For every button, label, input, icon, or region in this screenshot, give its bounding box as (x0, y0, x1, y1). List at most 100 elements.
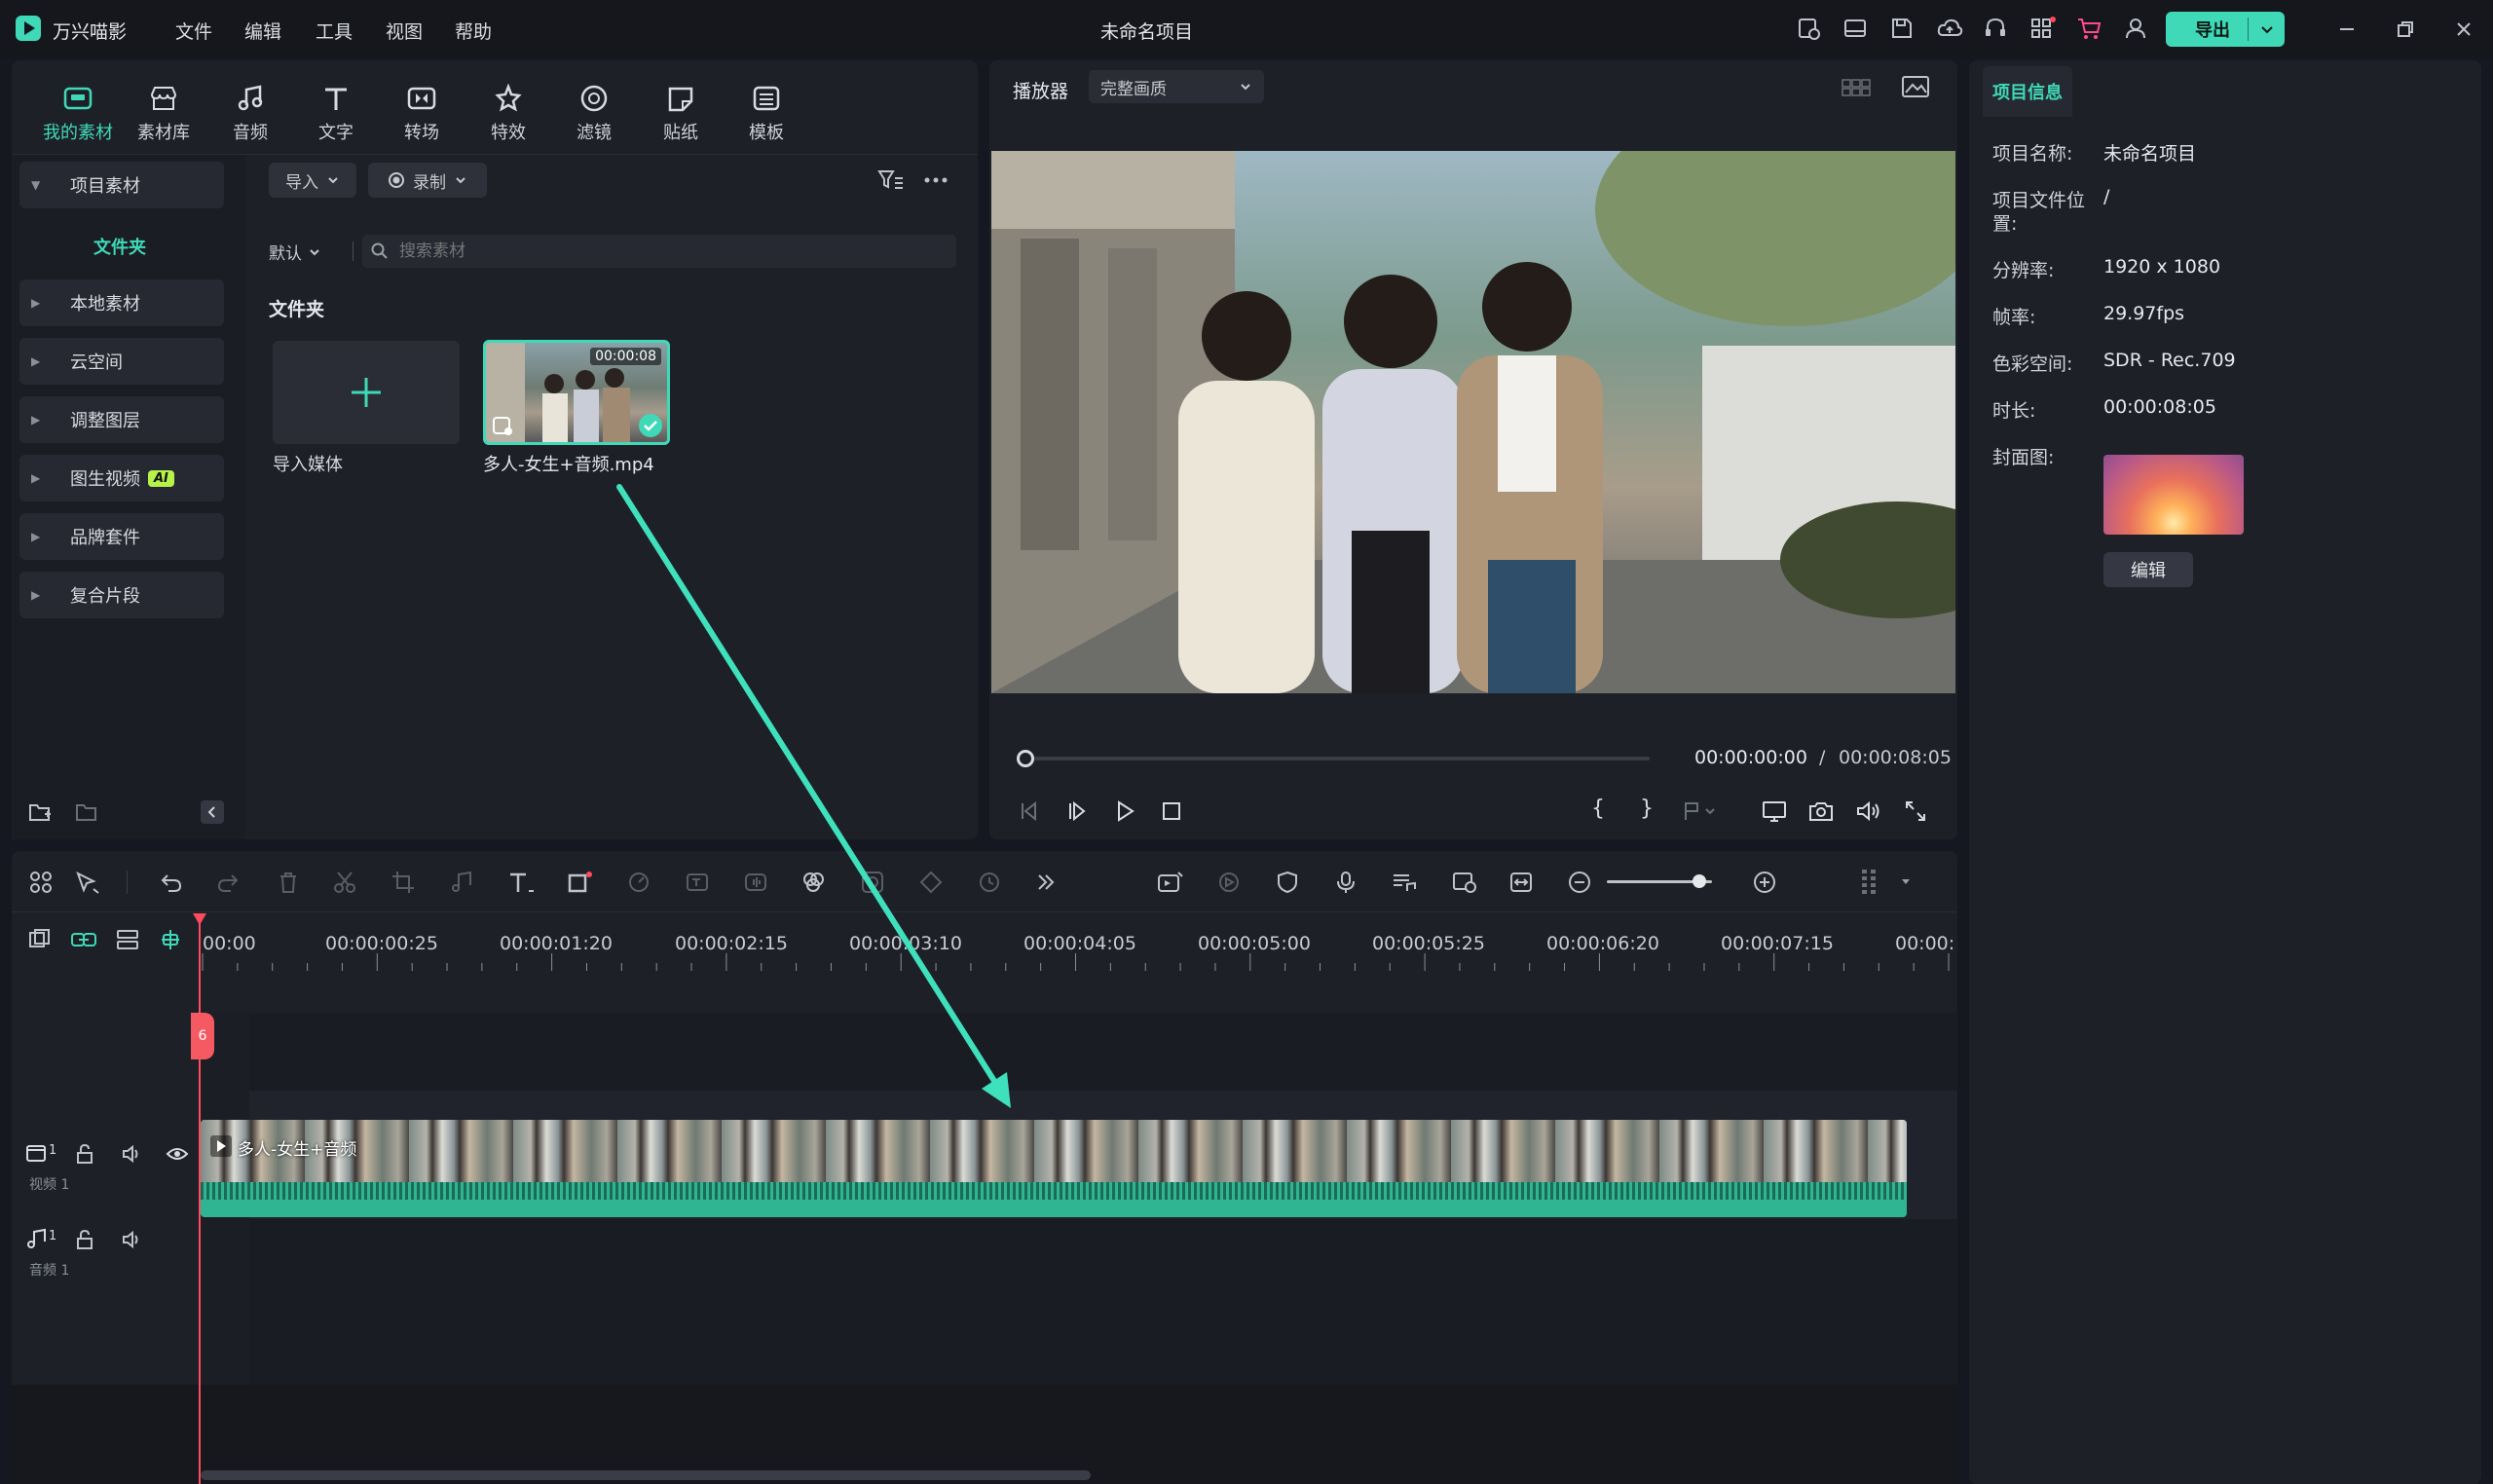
apps-grid-icon[interactable] (2029, 16, 2057, 41)
delete-icon[interactable] (269, 865, 308, 900)
sidebar-item-cloud-space[interactable]: ▶ 云空间 (19, 338, 224, 385)
text-tool-icon[interactable] (502, 865, 541, 900)
snapshot-icon[interactable] (1445, 865, 1484, 900)
sort-dropdown[interactable]: 默认 (269, 240, 321, 264)
new-folder-icon[interactable] (27, 800, 53, 824)
more-tools-icon[interactable] (1026, 865, 1065, 900)
sidebar-item-local-media[interactable]: ▶ 本地素材 (19, 279, 224, 326)
scrubber-track[interactable] (1024, 757, 1650, 761)
video-clip[interactable]: 多人-女生+音频 (201, 1120, 1907, 1217)
layout-icon[interactable] (1842, 16, 1868, 41)
link-icon[interactable] (70, 927, 97, 952)
menu-help[interactable]: 帮助 (455, 18, 492, 44)
sidebar-item-project-media[interactable]: ▼ 项目素材 (19, 162, 224, 208)
scrubber-handle[interactable] (1017, 750, 1034, 767)
tab-project-info[interactable]: 项目信息 (1983, 66, 2072, 117)
mark-in-icon[interactable]: { (1591, 797, 1605, 821)
eye-icon[interactable] (166, 1143, 189, 1165)
more-options-icon[interactable] (921, 167, 950, 193)
mask-icon[interactable] (853, 865, 892, 900)
stop-icon[interactable] (1159, 798, 1184, 824)
color-match-icon[interactable] (795, 865, 834, 900)
render-preview-icon[interactable] (1209, 865, 1248, 900)
tab-stickers[interactable]: 贴纸 (642, 84, 720, 144)
mark-out-icon[interactable]: } (1640, 797, 1654, 821)
multi-select-icon[interactable] (21, 865, 60, 900)
motion-track-icon[interactable] (970, 865, 1009, 900)
cart-icon[interactable] (2076, 16, 2103, 41)
chevron-down-icon[interactable] (2257, 19, 2277, 39)
search-input[interactable] (399, 241, 945, 261)
close-icon[interactable] (2452, 18, 2475, 41)
playhead-line[interactable] (199, 913, 201, 1484)
menu-view[interactable]: 视图 (386, 18, 423, 44)
crop-icon[interactable] (384, 865, 423, 900)
sidebar-item-brand-kit[interactable]: ▶ 品牌套件 (19, 513, 224, 560)
minimize-icon[interactable] (2335, 18, 2359, 41)
tab-effects[interactable]: 特效 (469, 84, 547, 144)
shield-icon[interactable] (1268, 865, 1307, 900)
cloud-upload-icon[interactable] (1936, 16, 1963, 41)
subtitle-icon[interactable] (1385, 865, 1424, 900)
headset-icon[interactable] (1983, 16, 2008, 41)
template-icon[interactable] (1796, 16, 1821, 41)
cover-thumbnail[interactable] (2103, 455, 2244, 535)
tab-text[interactable]: 文字 (297, 84, 375, 144)
caret-down-icon[interactable] (1899, 874, 1913, 888)
zoom-in-icon[interactable] (1745, 865, 1784, 900)
tab-transitions[interactable]: 转场 (383, 84, 461, 144)
tab-stock-library[interactable]: 素材库 (125, 84, 203, 144)
speaker-icon[interactable] (121, 1143, 144, 1165)
ai-text-icon[interactable] (678, 865, 717, 900)
next-frame-icon[interactable] (1065, 798, 1091, 824)
undo-icon[interactable] (152, 865, 191, 900)
fullscreen-icon[interactable] (1903, 798, 1928, 824)
timeline-scrollbar[interactable] (201, 1470, 1091, 1480)
edit-cover-button[interactable]: 编辑 (2103, 552, 2193, 587)
marker-icon[interactable] (1681, 798, 1720, 824)
menu-tools[interactable]: 工具 (316, 18, 353, 44)
split-scissors-icon[interactable] (325, 865, 364, 900)
sidebar-item-adjustment-layer[interactable]: ▶ 调整图层 (19, 396, 224, 443)
grid-view-icon[interactable] (1841, 74, 1872, 99)
shape-tool-icon[interactable] (561, 865, 600, 900)
collapse-sidebar-button[interactable] (201, 800, 224, 824)
microphone-icon[interactable] (1326, 865, 1365, 900)
menu-file[interactable]: 文件 (175, 18, 212, 44)
sidebar-item-image-to-video[interactable]: ▶ 图生视频 AI (19, 455, 224, 501)
import-media-tile[interactable] (273, 341, 460, 444)
magnet-snap-icon[interactable] (158, 927, 183, 952)
fit-timeline-icon[interactable] (1502, 865, 1541, 900)
add-track-icon[interactable] (27, 927, 53, 952)
lock-icon[interactable] (74, 1143, 95, 1165)
keyframe-icon[interactable] (912, 865, 950, 900)
tab-my-media[interactable]: 我的素材 (39, 84, 117, 144)
track-layout-icon[interactable] (1850, 865, 1889, 900)
prev-frame-icon[interactable] (1018, 798, 1043, 824)
filter-sort-icon[interactable] (876, 167, 904, 193)
speed-icon[interactable] (619, 865, 658, 900)
tab-filters[interactable]: 滤镜 (555, 84, 633, 144)
snapshot-camera-icon[interactable] (1807, 798, 1835, 824)
audio-speaker-icon[interactable] (121, 1229, 144, 1250)
audio-wave-icon[interactable] (736, 865, 775, 900)
track-settings-icon[interactable] (115, 927, 140, 952)
sidebar-item-compound-clip[interactable]: ▶ 复合片段 (19, 572, 224, 618)
tab-templates[interactable]: 模板 (727, 84, 805, 144)
tab-audio[interactable]: 音频 (211, 84, 289, 144)
search-box[interactable] (362, 235, 956, 268)
quality-dropdown[interactable]: 完整画质 (1089, 70, 1264, 103)
playhead-marker[interactable]: 6 (191, 1013, 214, 1059)
folder-icon[interactable] (74, 800, 99, 824)
export-button[interactable]: 导出 (2166, 12, 2285, 47)
audio-edit-icon[interactable] (442, 865, 481, 900)
zoom-slider-handle[interactable] (1693, 874, 1706, 888)
select-tool-icon[interactable] (68, 865, 107, 900)
record-dropdown[interactable]: 录制 (368, 163, 487, 198)
user-icon[interactable] (2123, 16, 2148, 41)
display-icon[interactable] (1761, 798, 1788, 824)
save-icon[interactable] (1889, 16, 1915, 41)
zoom-out-icon[interactable] (1560, 865, 1599, 900)
media-clip-thumbnail[interactable]: 00:00:08 (483, 340, 670, 445)
restore-icon[interactable] (2394, 18, 2417, 41)
